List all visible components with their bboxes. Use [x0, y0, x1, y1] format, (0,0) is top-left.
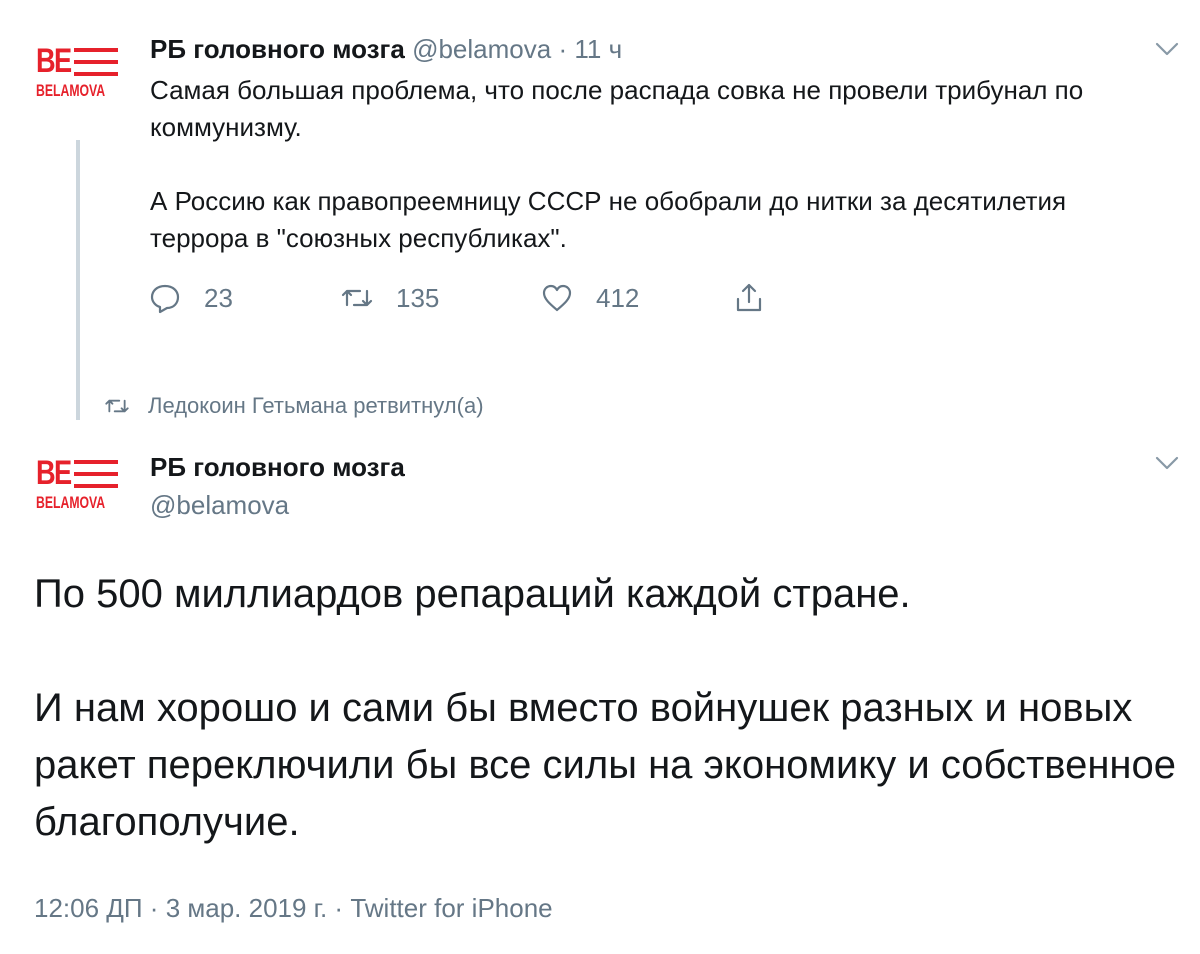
tweet-paragraph: Самая большая проблема, что после распад…: [150, 75, 1084, 142]
avatar-label: BELAMOVA: [36, 493, 106, 512]
tweet-meta[interactable]: 12:06 ДП · 3 мар. 2019 г. · Twitter for …: [34, 890, 553, 926]
avatar-monogram: BE: [36, 454, 72, 492]
tweet-text: Самая большая проблема, что после распад…: [150, 72, 1110, 257]
retweet-notice-text: Ледокоин Гетьмана ретвитнул(а): [148, 393, 484, 418]
heart-icon: [542, 284, 572, 312]
avatar[interactable]: BE BELAMOVA: [36, 44, 126, 106]
retweet-button[interactable]: 135: [340, 276, 439, 320]
tweet-text: По 500 миллиардов репараций каждой стран…: [34, 566, 1184, 851]
tweet-paragraph: И нам хорошо и сами бы вместо войнушек р…: [34, 686, 1177, 844]
tweet-actions: 23 135 412: [148, 276, 848, 320]
tweet-time[interactable]: 11 ч: [574, 34, 622, 64]
reply-icon: [150, 284, 180, 314]
avatar-label: BELAMOVA: [36, 81, 106, 100]
retweet-notice[interactable]: Ледокоин Гетьмана ретвитнул(а): [104, 388, 484, 424]
chevron-down-icon[interactable]: [1152, 448, 1182, 478]
like-count: 412: [596, 282, 640, 313]
header-separator: ·: [558, 34, 568, 64]
author-name[interactable]: РБ головного мозга: [150, 450, 405, 484]
tweet-header: РБ головного мозга @belamova · 11 ч: [150, 32, 622, 66]
thread-connector-line: [76, 140, 80, 420]
author-name-text: РБ головного мозга: [150, 452, 405, 482]
retweet-count: 135: [396, 282, 440, 313]
author-name[interactable]: РБ головного мозга: [150, 34, 405, 64]
avatar[interactable]: BE BELAMOVA: [36, 456, 126, 518]
tweet-paragraph: А Россию как правопреемницу СССР не обоб…: [150, 186, 1067, 253]
author-handle[interactable]: @belamova: [412, 34, 551, 64]
reply-button[interactable]: 23: [148, 276, 233, 320]
retweet-icon: [105, 399, 129, 413]
tweet-paragraph: По 500 миллиардов репараций каждой стран…: [34, 572, 911, 616]
like-button[interactable]: 412: [540, 276, 639, 320]
share-icon: [736, 283, 762, 312]
share-button[interactable]: [732, 276, 788, 320]
chevron-down-icon[interactable]: [1152, 34, 1182, 64]
avatar-lines: [74, 48, 118, 84]
avatar-lines: [74, 460, 118, 496]
reply-count: 23: [204, 282, 233, 313]
retweet-icon: [341, 289, 373, 307]
avatar-monogram: BE: [36, 42, 72, 80]
author-handle[interactable]: @belamova: [150, 488, 289, 522]
